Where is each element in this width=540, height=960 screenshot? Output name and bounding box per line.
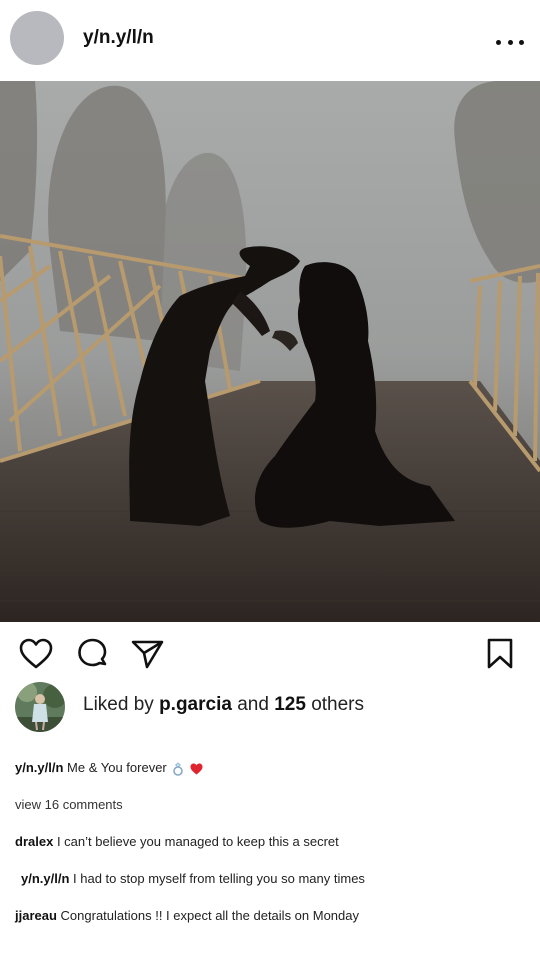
comment: jjareau Congratulations !! I expect all …: [15, 908, 359, 923]
author-username[interactable]: y/n.y/l/n: [83, 27, 154, 49]
heart-icon[interactable]: [18, 636, 54, 672]
post-photo[interactable]: [0, 81, 540, 622]
likes-count[interactable]: 125: [274, 694, 306, 715]
likes-row: Liked by p.garcia and 125 others: [0, 682, 540, 736]
liker-avatar[interactable]: [15, 682, 65, 732]
more-options-icon[interactable]: [496, 40, 524, 48]
post-caption: y/n.y/l/n Me & You forever: [15, 760, 203, 776]
comment-icon[interactable]: [74, 636, 110, 672]
comment-username[interactable]: y/n.y/l/n: [21, 871, 69, 886]
proposal-photo: [0, 81, 540, 622]
caption-username[interactable]: y/n.y/l/n: [15, 760, 63, 775]
likes-prefix: Liked by: [83, 694, 154, 715]
comment-text: I can’t believe you managed to keep this…: [56, 834, 339, 849]
comment-username[interactable]: dralex: [15, 834, 53, 849]
dot: [507, 40, 513, 45]
dot: [496, 40, 501, 45]
view-comments-link[interactable]: view 16 comments: [15, 797, 123, 812]
likes-others[interactable]: others: [311, 694, 364, 715]
action-bar: [0, 636, 540, 676]
likes-text: Liked by p.garcia and 125 others: [83, 694, 364, 716]
dot: [519, 40, 524, 45]
comment-username[interactable]: jjareau: [15, 908, 57, 923]
red-heart-icon: [190, 763, 203, 775]
likes-and: and: [237, 694, 269, 715]
liker-username[interactable]: p.garcia: [159, 694, 232, 715]
comment-text: I had to stop myself from telling you so…: [73, 871, 365, 886]
bookmark-icon[interactable]: [482, 636, 518, 672]
author-avatar[interactable]: [10, 11, 64, 65]
comment: dralex I can’t believe you managed to ke…: [15, 834, 339, 849]
comment-text: Congratulations !! I expect all the deta…: [60, 908, 360, 923]
comment: y/n.y/l/n I had to stop myself from tell…: [21, 871, 365, 886]
ring-icon: [173, 761, 184, 776]
send-icon[interactable]: [129, 636, 165, 672]
caption-text: Me & You forever: [67, 760, 167, 775]
post-header: y/n.y/l/n: [0, 0, 540, 80]
